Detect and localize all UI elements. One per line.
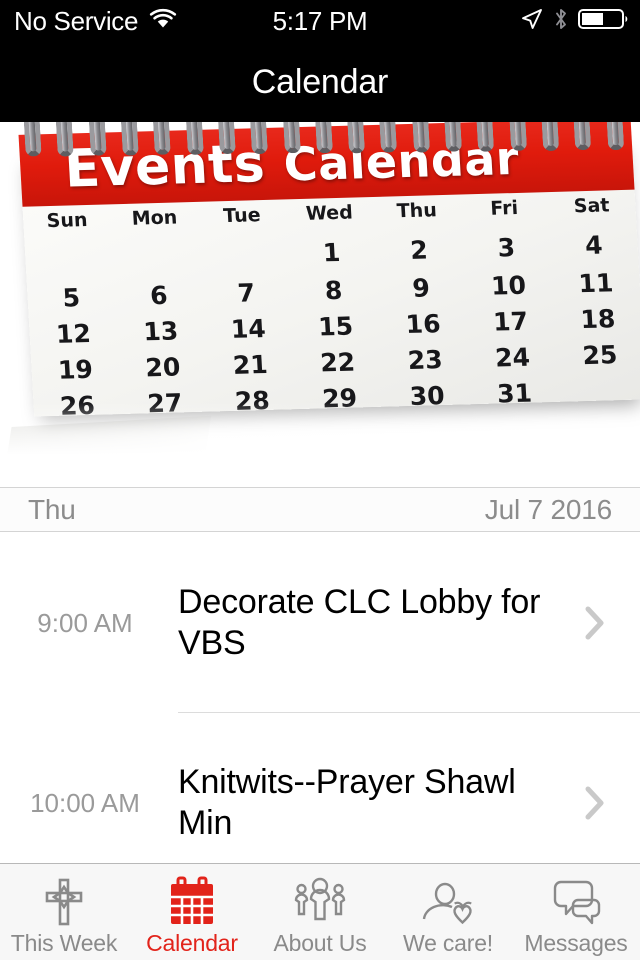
calendar-day-cell: 8 bbox=[324, 275, 344, 306]
spiral-ring bbox=[411, 122, 430, 153]
day-header-cell: Wed bbox=[305, 201, 354, 225]
calendar-day-cell: 19 bbox=[57, 354, 94, 385]
tab-label: Calendar bbox=[146, 930, 238, 956]
calendar-day-cell: 6 bbox=[149, 280, 169, 311]
tab-messages[interactable]: Messages bbox=[512, 864, 640, 960]
calendar-day-cell bbox=[112, 242, 201, 273]
tab-this-week[interactable]: This Week bbox=[0, 864, 128, 960]
calendar-day-cell: 1 bbox=[322, 237, 342, 268]
calendar-day-cell: 14 bbox=[230, 313, 267, 344]
weekday-label: Thu bbox=[28, 493, 76, 525]
calendar-day-cell: 3 bbox=[496, 233, 516, 263]
spiral-ring bbox=[508, 122, 527, 152]
calendar-icon bbox=[168, 876, 216, 928]
page-title: Calendar bbox=[251, 62, 389, 101]
spiral-ring bbox=[573, 122, 592, 151]
calendar-day-cell bbox=[200, 239, 289, 270]
spiral-ring bbox=[55, 122, 75, 157]
event-time: 10:00 AM bbox=[30, 787, 140, 818]
spiral-ring bbox=[217, 122, 236, 155]
tab-label: We care! bbox=[402, 930, 493, 956]
calendar-day-cell: 16 bbox=[404, 309, 442, 340]
spiral-ring bbox=[23, 122, 42, 157]
spiral-ring bbox=[605, 122, 624, 151]
calendar-day-cell: 24 bbox=[494, 342, 531, 373]
calendar-day-cell bbox=[25, 244, 114, 275]
spiral-ring bbox=[152, 122, 172, 156]
date-label: Jul 7 2016 bbox=[484, 493, 612, 525]
spiral-ring bbox=[87, 122, 107, 156]
calendar-day-cell: 13 bbox=[142, 316, 180, 347]
spiral-ring bbox=[443, 122, 463, 153]
calendar-day-cell: 5 bbox=[61, 283, 81, 313]
calendar-day-cell: 18 bbox=[579, 304, 617, 335]
spiral-ring bbox=[282, 122, 301, 154]
calendar-day-cell: 9 bbox=[411, 273, 431, 303]
calendar-day-cell: 4 bbox=[584, 230, 604, 261]
list-item[interactable]: 9:00 AM Decorate CLC Lobby for VBS bbox=[0, 533, 640, 713]
event-list[interactable]: 9:00 AM Decorate CLC Lobby for VBS 10:00… bbox=[0, 533, 640, 893]
calendar-day-cell: 17 bbox=[492, 306, 529, 337]
clock-label: 5:17 PM bbox=[272, 5, 368, 36]
day-header-cell: Sun bbox=[46, 208, 89, 233]
calendar-day-cell: 22 bbox=[319, 347, 356, 378]
spiral-ring bbox=[540, 122, 560, 151]
date-header-bar: Thu Jul 7 2016 bbox=[0, 487, 640, 532]
bluetooth-icon bbox=[553, 7, 569, 36]
events-calendar-hero-image: Events Calendar Sun Mon Tue Wed Thu Fri Sat 12… bbox=[0, 122, 640, 487]
calendar-day-cell: 7 bbox=[236, 278, 256, 308]
tab-label: This Week bbox=[10, 930, 118, 956]
day-header-cell: Fri bbox=[489, 196, 519, 220]
spiral-ring bbox=[185, 122, 204, 155]
cross-icon bbox=[41, 876, 87, 928]
battery-icon bbox=[578, 7, 630, 36]
calendar-day-cell: 20 bbox=[144, 352, 182, 383]
tab-we-care[interactable]: We care! bbox=[384, 864, 512, 960]
event-time: 9:00 AM bbox=[37, 607, 133, 638]
person-heart-icon bbox=[420, 876, 476, 928]
navigation-bar: Calendar bbox=[0, 42, 640, 122]
calendar-illustration: Events Calendar Sun Mon Tue Wed Thu Fri Sat 12… bbox=[8, 122, 640, 446]
app-screen: No Service 5:17 PM Calendar Events Calen… bbox=[0, 0, 640, 960]
calendar-day-cell: 23 bbox=[406, 345, 444, 375]
tab-calendar[interactable]: Calendar bbox=[128, 864, 256, 960]
speech-bubbles-icon bbox=[548, 876, 604, 928]
spiral-ring bbox=[249, 122, 269, 155]
chevron-right-icon[interactable] bbox=[570, 786, 620, 820]
calendar-day-cell: 25 bbox=[581, 340, 619, 371]
calendar-day-cell: 15 bbox=[317, 311, 354, 342]
calendar-day-cell: 21 bbox=[232, 349, 269, 380]
image-fade bbox=[0, 402, 640, 487]
tab-bar: This Week Calendar About Us We care! Mes… bbox=[0, 863, 640, 960]
day-header-cell: Sat bbox=[573, 194, 611, 218]
tab-about-us[interactable]: About Us bbox=[256, 864, 384, 960]
tab-label: About Us bbox=[273, 930, 367, 956]
tab-label: Messages bbox=[524, 930, 628, 956]
day-header-cell: Tue bbox=[222, 204, 262, 228]
calendar-day-cell: 11 bbox=[577, 268, 615, 299]
spiral-ring bbox=[346, 122, 366, 154]
calendar-day-cell: 10 bbox=[490, 270, 527, 301]
spiral-ring bbox=[379, 122, 398, 153]
spiral-ring bbox=[120, 122, 139, 156]
spiral-ring bbox=[314, 122, 333, 154]
people-group-icon bbox=[293, 876, 347, 928]
week-row: 1 2 3 4 bbox=[25, 230, 639, 276]
day-header-cell: Thu bbox=[396, 199, 438, 223]
spiral-ring bbox=[476, 122, 495, 152]
status-bar: No Service 5:17 PM bbox=[0, 0, 640, 42]
event-title: Decorate CLC Lobby for VBS bbox=[178, 583, 541, 662]
calendar-day-cell: 12 bbox=[55, 318, 92, 349]
location-arrow-icon bbox=[520, 7, 544, 36]
calendar-grid: Sun Mon Tue Wed Thu Fri Sat 1234 5 6 7 8 9 10 11 12 1… bbox=[23, 190, 640, 420]
calendar-day-cell: 2 bbox=[409, 235, 429, 265]
status-bar-right bbox=[520, 0, 630, 42]
chevron-right-icon[interactable] bbox=[570, 606, 620, 640]
day-header-cell: Mon bbox=[131, 206, 178, 230]
event-title: Knitwits--Prayer Shawl Min bbox=[178, 763, 516, 842]
